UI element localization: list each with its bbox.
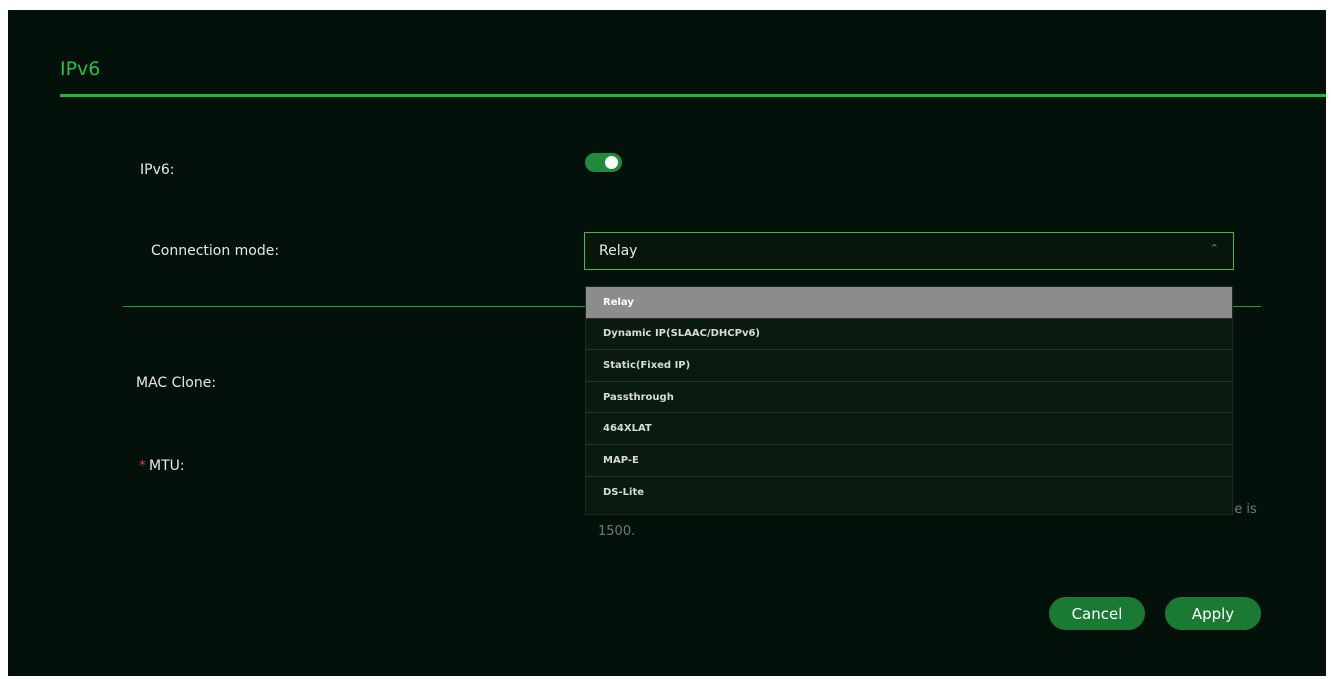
required-mark: * [139,458,146,474]
section-title: IPv6 [60,58,101,80]
dropdown-option-relay[interactable]: Relay [586,287,1232,319]
dropdown-option-passthrough[interactable]: Passthrough [586,382,1232,414]
dropdown-option-464xlat[interactable]: 464XLAT [586,413,1232,445]
mtu-label-row: * MTU: [139,458,185,474]
title-divider [60,94,1326,97]
dropdown-option-static[interactable]: Static(Fixed IP) [586,350,1232,382]
mac-clone-label: MAC Clone: [136,375,217,391]
ipv6-toggle[interactable] [585,153,622,172]
mtu-hint-value: 1500. [598,524,636,539]
connection-mode-select[interactable]: Relay ⌃ [584,232,1234,270]
dropdown-option-map-e[interactable]: MAP-E [586,445,1232,477]
chevron-up-icon: ⌃ [1209,243,1219,255]
mtu-label: MTU: [149,458,185,474]
connection-mode-label: Connection mode: [151,243,280,259]
connection-mode-dropdown: Relay Dynamic IP(SLAAC/DHCPv6) Static(Fi… [585,286,1233,515]
cancel-button[interactable]: Cancel [1049,597,1145,630]
dropdown-option-dynamic-ip[interactable]: Dynamic IP(SLAAC/DHCPv6) [586,319,1232,351]
toggle-knob [605,156,618,169]
ipv6-settings-panel: IPv6 IPv6: Connection mode: Relay ⌃ MAC … [8,10,1326,676]
ipv6-label: IPv6: [140,162,175,178]
connection-mode-value: Relay [599,243,638,259]
dropdown-option-ds-lite[interactable]: DS-Lite [586,477,1232,509]
apply-button[interactable]: Apply [1165,597,1261,630]
